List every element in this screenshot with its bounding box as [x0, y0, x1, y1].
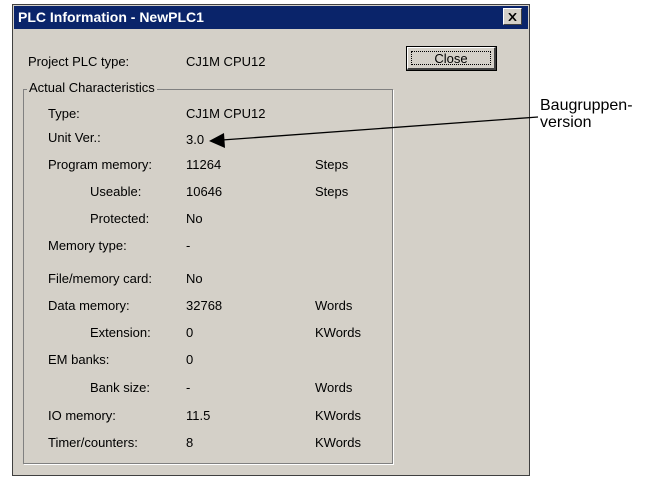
annotation-arrow — [209, 116, 539, 148]
annotation-text: Baugruppen- version — [540, 97, 633, 131]
annotation-line-1: Baugruppen- — [540, 97, 633, 114]
annotation-line-2: version — [540, 114, 592, 131]
